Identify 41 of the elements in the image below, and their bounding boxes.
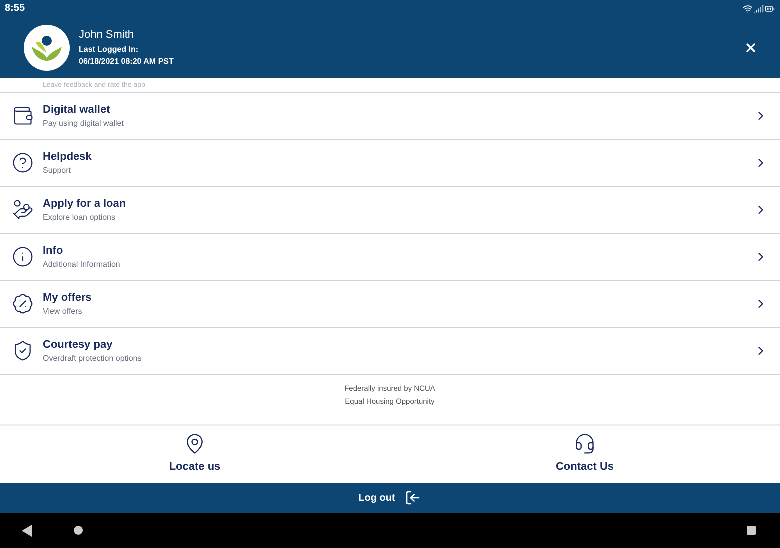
headset-icon [574,433,596,456]
bottom-nav-item[interactable]: Contact Us [390,426,780,483]
wallet-icon [12,105,34,127]
menu-item[interactable]: Apply for a loan Explore loan options [0,187,780,234]
menu-item[interactable]: Digital wallet Pay using digital wallet [0,93,780,140]
menu-item[interactable]: Info Additional Information [0,234,780,281]
menu-item-subtitle: Explore loan options [43,212,116,224]
logout-icon [405,490,422,506]
menu-item-title: Digital wallet [43,102,112,118]
percent-badge-icon [12,293,34,315]
status-time: 8:55 [5,2,26,16]
menu-item-subtitle: Additional Information [43,259,120,272]
menu-item-title: Info [43,244,64,259]
last-login-time: 06/18/2021 08:20 AM PST [79,56,174,68]
menu-item-title: My offers [43,290,92,306]
user-name: John Smith [79,28,136,44]
help-icon [12,152,34,174]
logo-avatar [24,24,70,70]
battery-icon [765,4,775,14]
menu-item-subtitle: Overdraft protection options [43,353,142,366]
map-pin-icon [184,433,206,456]
shield-icon [12,340,34,362]
close-icon [744,40,758,54]
menu-item[interactable]: Helpdesk Support [0,140,780,187]
home-icon[interactable] [74,526,83,535]
menu-item-title: Helpdesk [43,150,92,165]
bottom-nav-item[interactable]: Locate us [0,426,390,483]
logout-button[interactable]: Log out [0,483,780,513]
menu-item[interactable]: My offers View offers [0,281,780,328]
menu-item-title: Apply for a loan [43,196,126,212]
back-icon[interactable] [22,524,32,536]
wifi-icon [743,4,753,14]
menu-item-title: Courtesy pay [43,338,114,353]
hand-coins-icon [12,199,34,221]
menu-item-subtitle: Pay using digital wallet [43,118,124,130]
menu-item[interactable]: Courtesy pay Overdraft protection options [0,328,780,375]
menu-item-subtitle: View offers [43,306,84,318]
info-icon [12,246,34,268]
menu-item-subtitle: Support [43,165,72,178]
last-login-label: Last Logged In: [79,44,140,56]
signal-icon [754,4,764,14]
